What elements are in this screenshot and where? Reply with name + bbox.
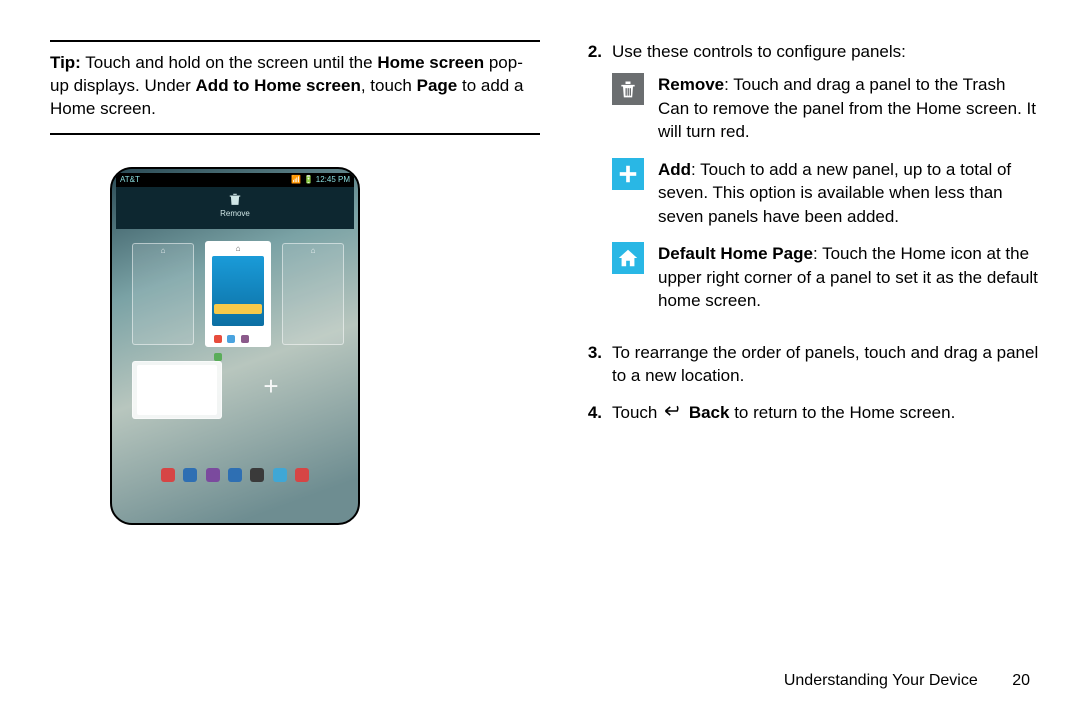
home-outline-icon: ⌂ bbox=[283, 246, 343, 255]
carrier-label: AT&T bbox=[120, 173, 140, 187]
tip-text: Touch and hold on the screen until the H… bbox=[50, 53, 523, 118]
step-3-text: To rearrange the order of panels, touch … bbox=[612, 341, 1040, 388]
tip-rule-bottom bbox=[50, 133, 540, 135]
panel-tile-main: ⌂ bbox=[205, 241, 271, 347]
step-3: 3. To rearrange the order of panels, tou… bbox=[580, 341, 1040, 388]
remove-label: Remove bbox=[116, 209, 354, 218]
page-footer: Understanding Your Device 20 bbox=[784, 672, 1030, 690]
left-column: Tip: Touch and hold on the screen until … bbox=[50, 40, 540, 525]
step-number: 2. bbox=[580, 40, 602, 327]
right-column: 2. Use these controls to configure panel… bbox=[580, 40, 1040, 440]
step-2: 2. Use these controls to configure panel… bbox=[580, 40, 1040, 327]
trash-icon bbox=[228, 191, 242, 207]
remove-bar: Remove bbox=[116, 187, 354, 229]
status-time: 📶 🔋 12:45 PM bbox=[291, 173, 350, 187]
control-default-home: Default Home Page: Touch the Home icon a… bbox=[612, 242, 1040, 312]
panel-tile-card bbox=[132, 361, 222, 419]
step-2-intro: Use these controls to configure panels: bbox=[612, 40, 1040, 63]
plus-icon bbox=[612, 158, 644, 190]
home-icon bbox=[612, 242, 644, 274]
control-remove: Remove: Touch and drag a panel to the Tr… bbox=[612, 73, 1040, 143]
section-title: Understanding Your Device bbox=[784, 672, 978, 689]
back-icon bbox=[662, 402, 684, 425]
tablet-mock: AT&T 📶 🔋 12:45 PM Remove ⌂ ⌂ bbox=[110, 167, 360, 525]
step-number: 4. bbox=[580, 401, 602, 425]
home-filled-icon: ⌂ bbox=[206, 244, 270, 253]
panel-tile-blank-1: ⌂ bbox=[132, 243, 194, 345]
panel-tile-blank-2: ⌂ bbox=[282, 243, 344, 345]
add-panel-plus-icon: + bbox=[251, 373, 291, 399]
tip-rule-top bbox=[50, 40, 540, 42]
trash-icon bbox=[612, 73, 644, 105]
status-bar: AT&T 📶 🔋 12:45 PM bbox=[116, 173, 354, 187]
page-number: 20 bbox=[1012, 672, 1030, 689]
tip-block: Tip: Touch and hold on the screen until … bbox=[50, 52, 540, 121]
home-outline-icon: ⌂ bbox=[133, 246, 193, 255]
step-4-text: Touch Back to return to the Home screen. bbox=[612, 401, 1040, 425]
dock-row bbox=[116, 468, 354, 487]
control-add: Add: Touch to add a new panel, up to a t… bbox=[612, 158, 1040, 228]
step-4: 4. Touch Back to return to the Home scre… bbox=[580, 401, 1040, 425]
tip-label: Tip: bbox=[50, 53, 81, 72]
step-number: 3. bbox=[580, 341, 602, 388]
